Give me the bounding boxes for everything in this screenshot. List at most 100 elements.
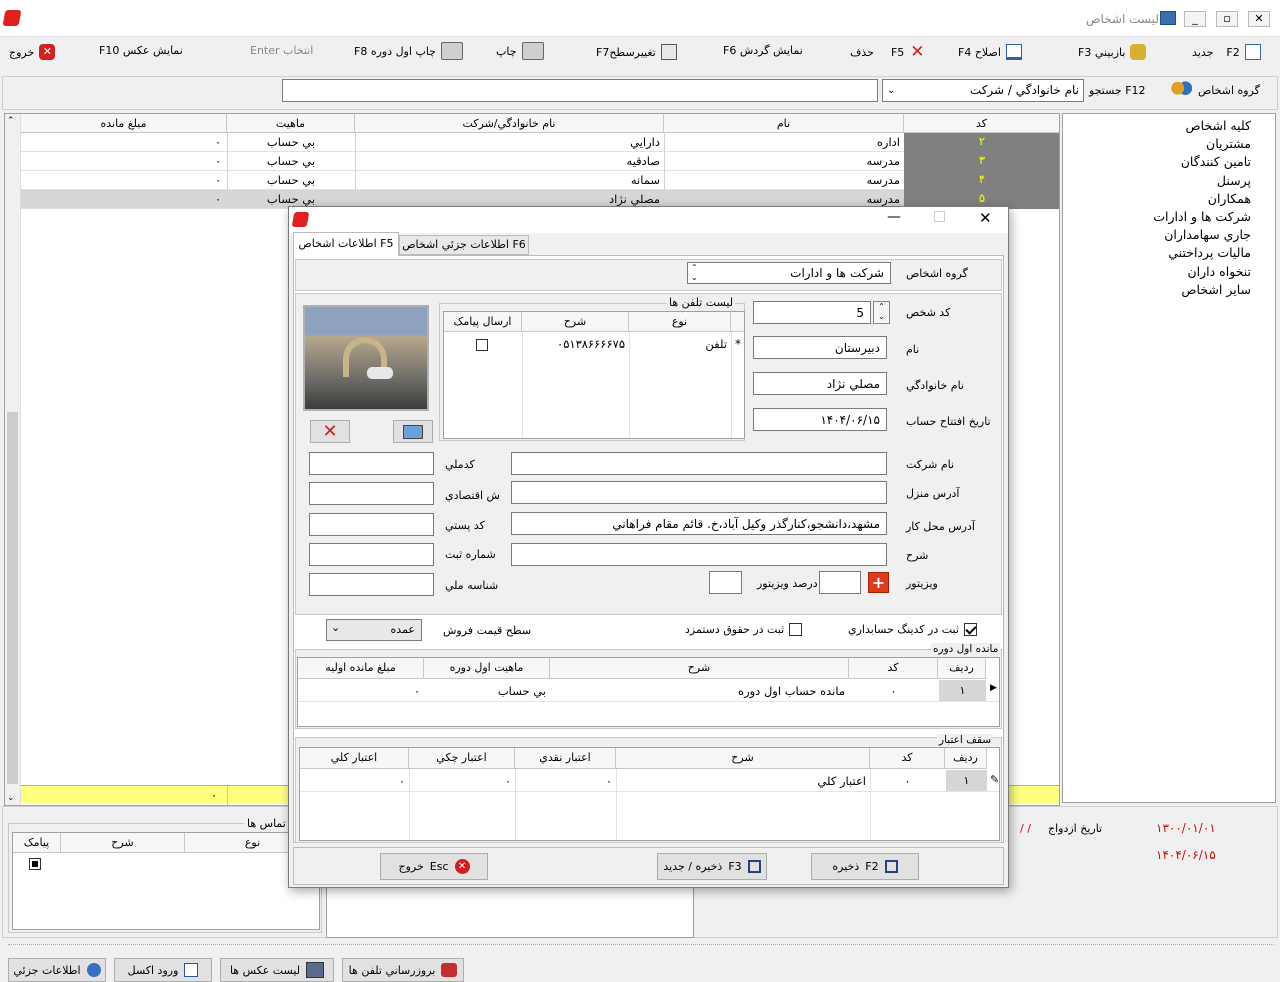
excel-import-button[interactable]: ورود اکسل (114, 958, 212, 982)
col-nature[interactable]: ماهيت (227, 114, 355, 133)
image-list-button[interactable]: ليست عکس ها (220, 958, 334, 982)
toolbar-view[interactable]: بازبيني F3 (1078, 44, 1147, 60)
toolbar-print-opening[interactable]: چاپ اول دوره F8 (354, 42, 463, 60)
visitor-input[interactable] (819, 571, 861, 594)
tree-item[interactable]: کليه اشخاص (1063, 117, 1275, 135)
tree-item[interactable]: مشتريان (1063, 135, 1275, 153)
national-code-input[interactable] (309, 452, 434, 475)
family-input[interactable]: مصلي نژاد (753, 372, 887, 395)
tree-item[interactable]: پرسنل (1063, 172, 1275, 190)
toolbar-edit[interactable]: اصلاح F4 (958, 44, 1022, 60)
tab-detail[interactable]: اطلاعات جزئي اشخاص F6 (399, 235, 529, 255)
search-field-select[interactable]: نام خانوادگي / شرکت ⌄ (882, 79, 1084, 102)
credit-col-total[interactable]: اعتبار کلي (300, 748, 409, 769)
coding-checkbox[interactable] (963, 623, 977, 636)
toolbar-change-level[interactable]: تغييرسطحF7 (596, 44, 677, 60)
opening-col-code[interactable]: کد (849, 658, 938, 679)
phones-col-sms[interactable]: ارسال پيامک (444, 312, 522, 332)
add-visitor-button[interactable]: + (868, 572, 889, 593)
description-input[interactable] (511, 543, 887, 566)
contacts-sms-checkbox[interactable] (29, 858, 41, 870)
registration-number-input[interactable] (309, 543, 434, 566)
details-button[interactable]: اطلاعات جزئي (8, 958, 106, 982)
coding-checkbox-row[interactable]: ثبت در کدينگ حسابداري (848, 623, 977, 636)
close-button[interactable]: ✕ (1248, 11, 1270, 27)
toolbar-show-image[interactable]: نمايش عکس F10 (99, 44, 183, 57)
visitor-percent-input[interactable] (709, 571, 742, 594)
credit-grid[interactable]: اعتبار کلي اعتبار چکي اعتبار نقدي شرح کد… (299, 747, 1000, 841)
phones-grid[interactable]: ارسال پيامک شرح نوع ۰۵۱۳۸۶۶۶۶۷۵ تلفن * (443, 311, 745, 439)
person-group-select[interactable]: شرکت ها و ادارات ⌃ ⌄ (687, 262, 891, 284)
image-icon (403, 424, 423, 439)
search-label: F12 جستجو (1089, 84, 1146, 97)
save-new-button[interactable]: F3 ذخيره / جديد (657, 853, 767, 880)
tree-item[interactable]: همکاران (1063, 190, 1275, 208)
national-id-input[interactable] (309, 573, 434, 596)
search-input[interactable] (282, 79, 878, 102)
tree-item[interactable]: ماليات پرداختني (1063, 244, 1275, 262)
opening-col-desc[interactable]: شرح (550, 658, 849, 679)
col-code[interactable]: کد (904, 114, 1059, 133)
name-input[interactable]: دبيرستان (753, 336, 887, 359)
dialog-close-button[interactable]: ✕ (979, 209, 992, 227)
group-tree[interactable]: کليه اشخاص مشتريان تامين کنندگان پرسنل همکار… (1062, 113, 1276, 803)
table-row[interactable]: ۰ بي حساب دارايي اداره ۲ (21, 133, 1059, 152)
col-balance[interactable]: مبلغ مانده (21, 114, 227, 133)
commission-checkbox[interactable] (789, 623, 803, 636)
phones-col-type[interactable]: نوع (629, 312, 731, 332)
tree-item[interactable]: ساير اشخاص (1063, 281, 1275, 299)
save-button[interactable]: F2 ذخيره (811, 853, 919, 880)
home-address-input[interactable] (511, 481, 887, 504)
opening-col-row[interactable]: رديف (938, 658, 986, 679)
person-photo (303, 305, 429, 411)
toolbar-print[interactable]: چاپ (496, 42, 544, 60)
tree-item[interactable]: جاري سهامداران (1063, 226, 1275, 244)
grid-scrollbar[interactable]: ⌃ ⌄ (5, 114, 21, 805)
open-date-input[interactable]: ۱۴۰۴/۰۶/۱۵ (753, 408, 887, 431)
load-photo-button[interactable] (393, 420, 433, 443)
tree-item[interactable]: تنخواه داران (1063, 263, 1275, 281)
tree-item[interactable]: شرکت ها و ادارات (1063, 208, 1275, 226)
toolbar-delete[interactable]: ✕ F5 حذف (850, 44, 925, 61)
minimize-button[interactable]: _ (1184, 11, 1206, 27)
table-row[interactable]: ۰ بي حساب سمانه مدرسه ۴ (21, 171, 1059, 190)
code-spin-button[interactable]: ⌃ ⌄ (873, 301, 890, 324)
tab-info[interactable]: اطلاعات اشخاص F5 (293, 232, 399, 256)
opening-col-amount[interactable]: مبلغ مانده اوليه (298, 658, 424, 679)
credit-col-row[interactable]: رديف (945, 748, 987, 769)
tree-item[interactable]: تامين کنندگان (1063, 153, 1275, 171)
credit-col-code[interactable]: کد (870, 748, 945, 769)
credit-col-desc[interactable]: شرح (616, 748, 870, 769)
opening-balance-grid[interactable]: مبلغ مانده اوليه ماهيت اول دوره شرح کد ر… (297, 657, 1000, 727)
dialog-maximize-button[interactable] (934, 211, 945, 222)
economic-code-input[interactable] (309, 482, 434, 505)
postal-code-input[interactable] (309, 513, 434, 536)
toolbar-exit[interactable]: ✕ خروج (9, 44, 56, 60)
phones-row-sms-checkbox[interactable] (476, 339, 488, 351)
credit-col-check[interactable]: اعتبار چکي (409, 748, 515, 769)
person-code-input[interactable]: 5 (753, 301, 871, 324)
toolbar-turnover[interactable]: نمايش گردش F6 (723, 44, 803, 57)
credit-col-cash[interactable]: اعتبار نقدي (515, 748, 616, 769)
contacts-col-desc[interactable]: شرح (61, 833, 185, 853)
toolbar-new[interactable]: F2 جديد (1192, 44, 1261, 60)
col-name[interactable]: نام (664, 114, 904, 133)
dialog-minimize-button[interactable]: — (887, 209, 901, 225)
remove-photo-button[interactable]: ✕ (310, 420, 350, 443)
col-family[interactable]: نام خانوادگي/شرکت (355, 114, 664, 133)
restore-button[interactable]: ▫ (1216, 11, 1238, 27)
work-address-input[interactable]: مشهد،دانشجو،کنارگذر وکيل آباد،خ. قائم مق… (511, 512, 887, 535)
company-input[interactable] (511, 452, 887, 475)
grid-cell-family: دارايي (630, 135, 660, 149)
contacts-col-sms[interactable]: پيامک (13, 833, 61, 853)
toolbar-select[interactable]: انتخاب Enter (250, 44, 313, 57)
phone-update-button[interactable]: بروزرساني تلفن ها (342, 958, 464, 982)
exit-icon: ✕ (39, 44, 56, 60)
exit-button[interactable]: ✕ Esc خروج (380, 853, 488, 880)
phones-col-desc[interactable]: شرح (522, 312, 629, 332)
table-row[interactable]: ۰ بي حساب صادقيه مدرسه ۳ (21, 152, 1059, 171)
contacts-grid[interactable]: پيامک شرح نوع (12, 832, 320, 930)
commission-checkbox-row[interactable]: ثبت در حقوق دستمزد (685, 623, 803, 636)
opening-col-nature[interactable]: ماهيت اول دوره (424, 658, 550, 679)
price-level-select[interactable]: عمده ⌄ (326, 619, 422, 641)
